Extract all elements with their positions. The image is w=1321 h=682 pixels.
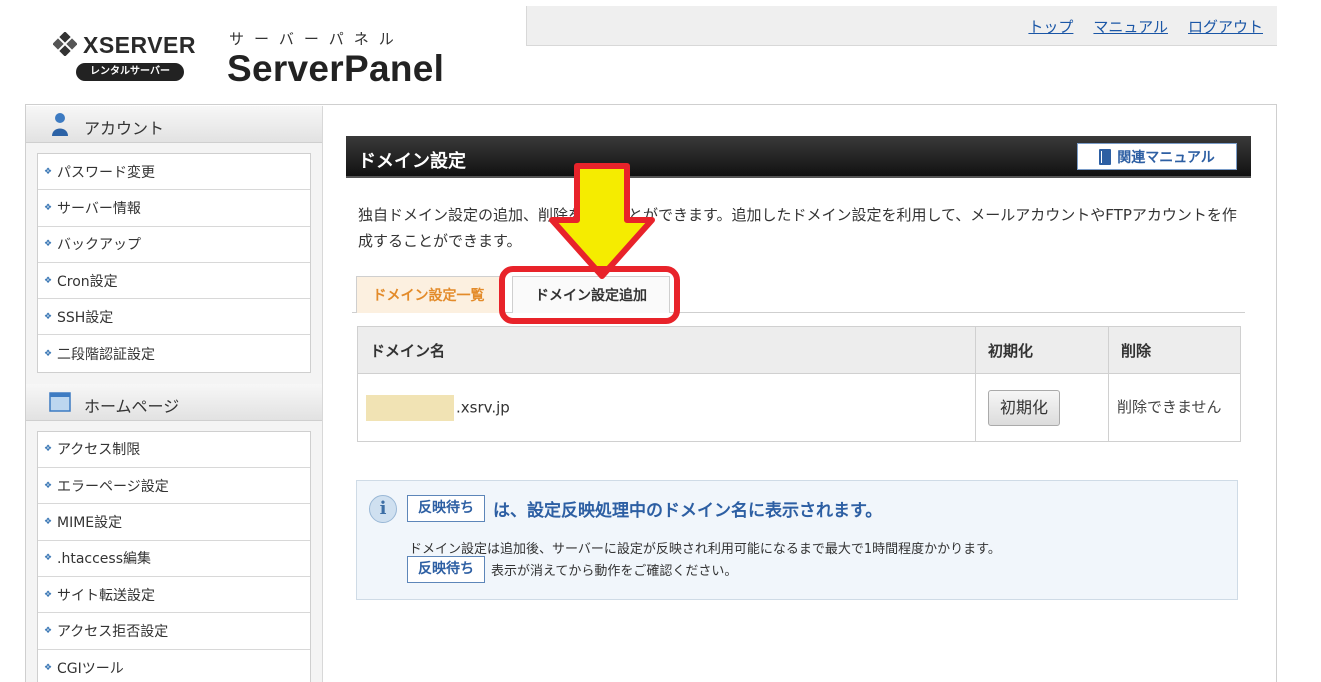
arrow-icon: ❖ (44, 202, 53, 213)
delete-unavailable-text: 削除できません (1117, 398, 1222, 416)
sidebar-item-backup[interactable]: ❖ バックアップ (38, 227, 310, 263)
annotation-highlight-box (499, 266, 680, 324)
sidebar-item-password[interactable]: ❖ パスワード変更 (38, 154, 310, 191)
arrow-icon: ❖ (44, 444, 53, 455)
arrow-icon: ❖ (44, 239, 53, 250)
page-title: ドメイン設定 (358, 151, 466, 172)
page-description: 独自ドメイン設定の追加、削除を行うことができます。追加したドメイン設定を利用して… (358, 206, 1237, 250)
sidebar-item-label: 二段階認証設定 (57, 346, 155, 363)
header-nav-bar: トップ マニュアル ログアウト (526, 6, 1277, 46)
sidebar-item-label: MIME設定 (57, 515, 123, 532)
arrow-icon: ❖ (44, 662, 53, 673)
sidebar-item-label: SSH設定 (57, 309, 114, 326)
tab-domain-list[interactable]: ドメイン設定一覧 (356, 276, 501, 313)
info-headline-text: は、設定反映処理中のドメイン名に表示されます。 (493, 501, 883, 521)
domain-table: ドメイン名 初期化 削除 .xsrv.jp 初期化 削除できません (357, 326, 1241, 442)
sidebar-section-title: ホームページ (84, 396, 180, 416)
sidebar-item-cgi[interactable]: ❖ CGIツール (38, 650, 310, 682)
sidebar-item-cron[interactable]: ❖ Cron設定 (38, 263, 310, 300)
info-box: i 反映待ち は、設定反映処理中のドメイン名に表示されます。 ドメイン設定は追加… (356, 480, 1238, 600)
table-row: .xsrv.jp 初期化 削除できません (357, 373, 1241, 442)
sidebar-item-label: アクセス拒否設定 (57, 623, 169, 640)
annotation-arrow-icon (549, 163, 655, 279)
panel-name: ServerPanel (227, 48, 445, 89)
sidebar-item-htaccess[interactable]: ❖ .htaccess編集 (38, 541, 310, 577)
sidebar-item-access-limit[interactable]: ❖ アクセス制限 (38, 432, 310, 469)
xserver-logo-icon (53, 32, 77, 56)
info-line-2-text: 表示が消えてから動作をご確認ください。 (491, 564, 738, 579)
sidebar-list-account: ❖ パスワード変更 ❖ サーバー情報 ❖ バックアップ ❖ Cron設定 ❖ SSH設定 … (37, 153, 311, 373)
sidebar-item-label: エラーページ設定 (57, 478, 169, 495)
column-header-init: 初期化 (975, 326, 1109, 374)
header: XSERVER レンタルサーバー サーバーパネル ServerPanel トップ… (25, 6, 1277, 105)
column-header-domain: ドメイン名 (357, 326, 976, 374)
sidebar-item-redirect[interactable]: ❖ サイト転送設定 (38, 577, 310, 614)
related-manual-button[interactable]: 関連マニュアル (1077, 143, 1237, 170)
sidebar-item-label: アクセス制限 (57, 442, 141, 459)
sidebar-item-label: CGIツール (57, 660, 124, 677)
sidebar-section-account[interactable]: アカウント (26, 106, 322, 143)
sidebar-list-homepage: ❖ アクセス制限 ❖ エラーページ設定 ❖ MIME設定 ❖ .htaccess編集 ❖… (37, 430, 311, 682)
sidebar: アカウント ❖ パスワード変更 ❖ サーバー情報 ❖ バックアップ ❖ Cron設定 ❖… (26, 106, 323, 682)
sidebar-item-server-info[interactable]: ❖ サーバー情報 (38, 190, 310, 227)
column-header-delete: 削除 (1108, 326, 1241, 374)
top-links: トップ マニュアル ログアウト (1028, 16, 1263, 37)
sidebar-item-ssh[interactable]: ❖ SSH設定 (38, 299, 310, 336)
tab-bar: ドメイン設定一覧 ドメイン設定追加 (352, 276, 1245, 313)
arrow-icon: ❖ (44, 348, 53, 359)
sidebar-item-label: .htaccess編集 (57, 551, 151, 568)
arrow-icon: ❖ (44, 589, 53, 600)
brand-logo-text: XSERVER (83, 32, 197, 58)
sidebar-item-label: バックアップ (57, 237, 141, 254)
arrow-icon: ❖ (44, 311, 53, 322)
manual-link[interactable]: マニュアル (1093, 16, 1168, 37)
pending-badge: 反映待ち (407, 556, 485, 583)
pending-badge: 反映待ち (407, 495, 485, 522)
page-title-bar: ドメイン設定 関連マニュアル (346, 136, 1251, 178)
top-link[interactable]: トップ (1028, 16, 1073, 37)
init-button[interactable]: 初期化 (988, 389, 1060, 426)
sidebar-item-label: パスワード変更 (57, 164, 155, 181)
sidebar-section-title: アカウント (84, 119, 165, 138)
info-icon: i (369, 495, 397, 523)
brand-sub-badge: レンタルサーバー (76, 63, 184, 81)
sidebar-item-mime[interactable]: ❖ MIME設定 (38, 504, 310, 541)
arrow-icon: ❖ (44, 553, 53, 564)
sidebar-item-label: サイト転送設定 (57, 587, 155, 604)
sidebar-section-homepage[interactable]: ホームページ (26, 383, 322, 421)
arrow-icon: ❖ (44, 625, 53, 636)
sidebar-item-label: Cron設定 (57, 273, 118, 290)
domain-cell: .xsrv.jp (357, 373, 976, 442)
sidebar-item-error-page[interactable]: ❖ エラーページ設定 (38, 468, 310, 505)
logout-link[interactable]: ログアウト (1188, 16, 1263, 37)
panel-kana: サーバーパネル (229, 30, 404, 48)
info-headline: 反映待ち は、設定反映処理中のドメイン名に表示されます。 (407, 495, 882, 522)
info-line-1: ドメイン設定は追加後、サーバーに設定が反映され利用可能になるまで最大で1時間程度… (409, 542, 1001, 557)
book-icon (1099, 148, 1112, 165)
init-cell: 初期化 (975, 373, 1109, 442)
sidebar-item-2fa[interactable]: ❖ 二段階認証設定 (38, 335, 310, 371)
sidebar-item-label: サーバー情報 (57, 200, 141, 217)
domain-suffix: .xsrv.jp (456, 398, 510, 416)
sidebar-item-access-deny[interactable]: ❖ アクセス拒否設定 (38, 613, 310, 650)
redacted-domain (366, 394, 454, 421)
arrow-icon: ❖ (44, 480, 53, 491)
arrow-icon: ❖ (44, 166, 53, 177)
window-icon (49, 392, 71, 412)
user-icon (52, 113, 68, 136)
arrow-icon: ❖ (44, 275, 53, 286)
arrow-icon: ❖ (44, 517, 53, 528)
info-line-2: 反映待ち 表示が消えてから動作をご確認ください。 (407, 556, 737, 583)
related-manual-label: 関連マニュアル (1117, 149, 1215, 166)
delete-cell: 削除できません (1108, 373, 1241, 442)
